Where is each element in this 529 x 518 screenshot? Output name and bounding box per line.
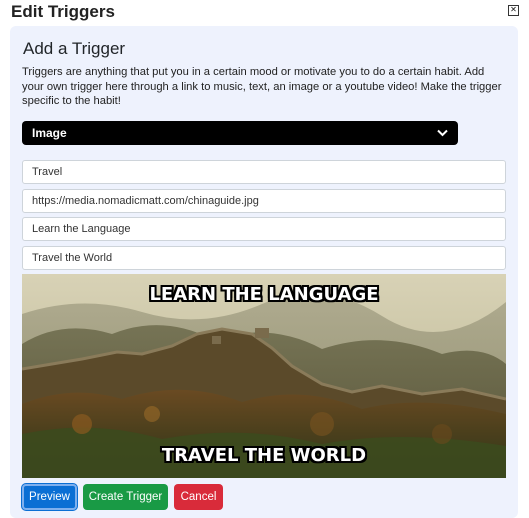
- trigger-url-input[interactable]: https://media.nomadicmatt.com/chinaguide…: [22, 189, 506, 213]
- trigger-preview-image: LEARN THE LANGUAGE TRAVEL THE WORLD: [22, 274, 506, 478]
- dialog-title: Edit Triggers: [11, 2, 115, 21]
- trigger-type-select[interactable]: Image: [22, 121, 458, 145]
- chevron-down-icon: [437, 129, 448, 137]
- bottom-text-input[interactable]: Travel the World: [22, 246, 506, 270]
- create-trigger-button[interactable]: Create Trigger: [83, 484, 168, 510]
- top-text-input[interactable]: Learn the Language: [22, 217, 506, 241]
- bottom-caption: TRAVEL THE WORLD: [161, 445, 367, 466]
- trigger-name-input[interactable]: Travel: [22, 160, 506, 184]
- cancel-button[interactable]: Cancel: [174, 484, 223, 510]
- form-heading: Add a Trigger: [23, 39, 126, 58]
- preview-button[interactable]: Preview: [22, 484, 77, 510]
- close-icon[interactable]: ✕: [508, 5, 519, 16]
- trigger-type-selected: Image: [32, 126, 67, 140]
- form-description: Triggers are anything that put you in a …: [22, 66, 502, 107]
- top-caption: LEARN THE LANGUAGE: [149, 284, 379, 305]
